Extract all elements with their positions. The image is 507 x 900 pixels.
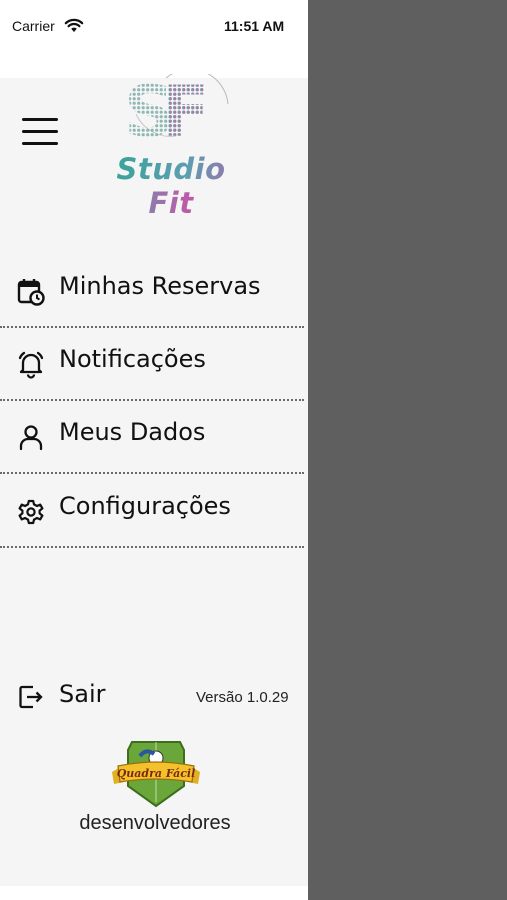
bell-icon [18, 351, 44, 379]
user-icon [19, 425, 43, 451]
svg-text:F: F [162, 74, 210, 153]
status-bar: Carrier 11:51 AM [0, 0, 308, 78]
drawer-overlay[interactable] [308, 0, 507, 900]
calendar-clock-icon [17, 279, 45, 306]
hamburger-menu-button[interactable] [22, 118, 58, 148]
quadra-facil-logo-icon: Quadra Fácil [112, 741, 200, 808]
menu-item-label: Minhas Reservas [59, 272, 261, 300]
app-version: Versão 1.0.29 [196, 689, 289, 706]
navigation-drawer: Carrier 11:51 AM S F Studio Fit Minhas R… [0, 0, 308, 900]
sf-monogram-icon: S F [124, 74, 229, 153]
gear-icon [18, 499, 44, 525]
menu-item-label: Configurações [59, 492, 231, 520]
developer-caption-text: desenvolvedores [79, 812, 231, 834]
brand-text: Studio Fit [116, 152, 226, 220]
menu-item-minhas-reservas[interactable]: Minhas Reservas [0, 256, 304, 328]
logout-button[interactable]: Sair [0, 672, 190, 720]
carrier-label: Carrier [12, 18, 55, 34]
menu-item-label: Notificações [59, 345, 206, 373]
menu-item-notificacoes[interactable]: Notificações [0, 329, 304, 401]
wifi-icon [64, 18, 84, 32]
clock: 11:51 AM [224, 18, 285, 34]
logout-label: Sair [59, 680, 106, 708]
menu-item-configuracoes[interactable]: Configurações [0, 476, 304, 548]
studio-fit-logo: S F Studio Fit [96, 74, 246, 220]
developer-badge[interactable]: Quadra Fácil [110, 736, 202, 812]
developer-caption: desenvolvedores [0, 812, 308, 835]
menu-item-label: Meus Dados [59, 418, 206, 446]
logout-icon [19, 685, 43, 709]
menu-item-meus-dados[interactable]: Meus Dados [0, 402, 304, 474]
bottom-safe-area [0, 886, 308, 900]
brand-name: Studio Fit [96, 152, 246, 220]
badge-text: Quadra Fácil [117, 767, 196, 780]
